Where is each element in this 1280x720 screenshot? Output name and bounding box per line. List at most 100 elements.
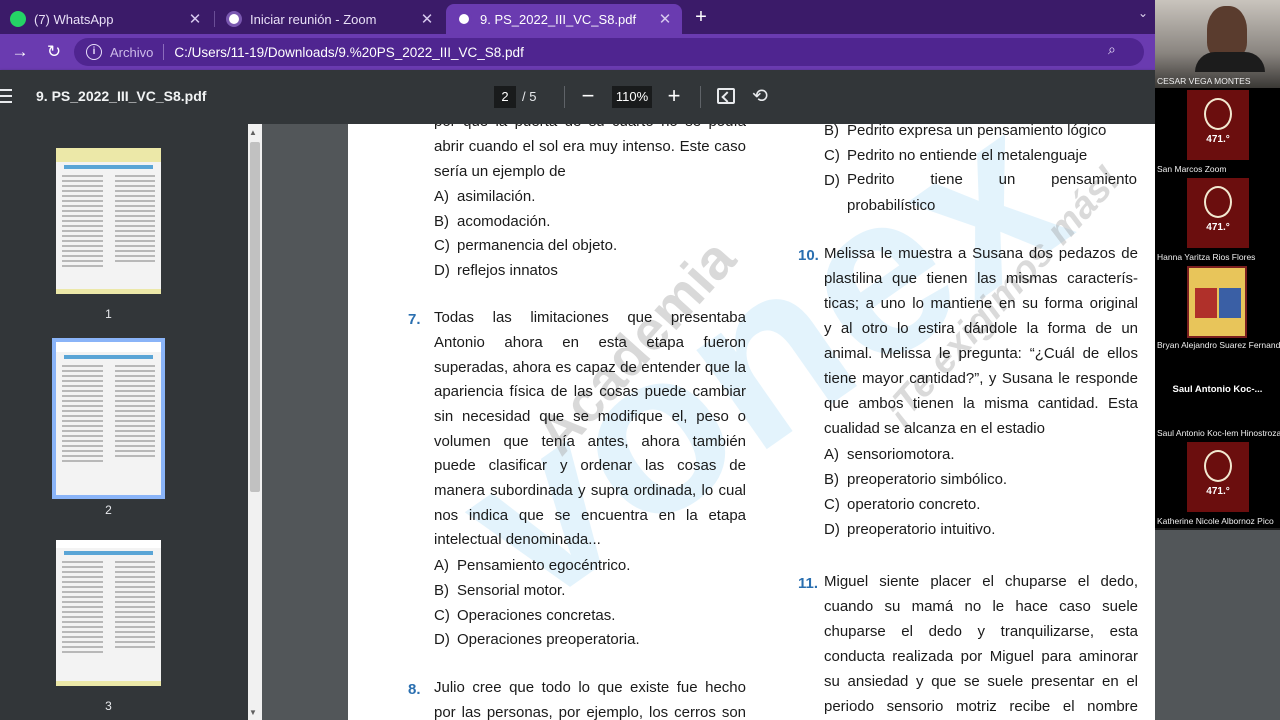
tab-search-icon[interactable]: ⌄ xyxy=(1138,6,1148,20)
participant-name: Bryan Alejandro Suarez Fernandez xyxy=(1157,340,1280,350)
question-number: 8. xyxy=(408,681,421,698)
address-bar[interactable]: i Archivo C:/Users/11-19/Downloads/9.%20… xyxy=(74,38,1144,66)
zoom-out-button[interactable]: − xyxy=(578,83,598,109)
info-icon[interactable]: i xyxy=(86,44,102,60)
zoom-level-input[interactable]: 110% xyxy=(612,86,652,108)
option-letter: D) xyxy=(824,521,840,538)
question-line: periodo sensorio motriz recibe el nombre xyxy=(824,698,1138,715)
question-line: Miguel siente placer el chuparse el dedo… xyxy=(824,573,1138,590)
option-letter: A) xyxy=(824,446,839,463)
sidebar-scrollbar-thumb[interactable] xyxy=(250,142,260,492)
question-line: manera subordinada y supra ordinada, lo … xyxy=(434,482,746,499)
option-letter: B) xyxy=(824,471,839,488)
question-line: por las personas, por ejemplo, los cerro… xyxy=(434,704,746,720)
tab-title: (7) WhatsApp xyxy=(34,11,114,27)
tab-title: Iniciar reunión - Zoom xyxy=(250,11,377,27)
scroll-up-icon[interactable]: ▲ xyxy=(249,128,257,137)
option-text: Pedrito tiene un pensamiento xyxy=(847,171,1137,188)
option-letter: D) xyxy=(434,631,450,648)
participant-tile[interactable]: Bryan Alejandro Suarez Fernandez xyxy=(1155,264,1280,352)
close-icon[interactable]: ✕ xyxy=(186,10,204,28)
option-letter: C) xyxy=(434,607,450,624)
toolbar-divider xyxy=(564,86,565,108)
participant-tile[interactable]: 471.° Katherine Nicole Albornoz Pico xyxy=(1155,440,1280,528)
question-line: por qué la puerta de su cuarto no se pod… xyxy=(434,124,746,135)
option-text: acomodación. xyxy=(457,213,551,230)
question-line: sin necesidad que se modifique el, peso … xyxy=(434,408,746,425)
thumbnail-label: 3 xyxy=(105,699,112,713)
participant-name: Saul Antonio Koc-lem Hinostroza xyxy=(1157,428,1280,438)
tab-separator xyxy=(214,11,215,27)
option-text: preoperatorio simbólico. xyxy=(847,471,1008,488)
forward-icon[interactable]: → xyxy=(8,40,32,64)
thumbnail-page-2[interactable] xyxy=(52,338,165,499)
question-number: 11. xyxy=(798,575,819,592)
magnifier-icon[interactable]: ⌕ xyxy=(1108,41,1116,58)
option-letter: C) xyxy=(824,147,840,164)
university-crest-icon: 471.° xyxy=(1187,178,1249,248)
option-letter: C) xyxy=(824,496,840,513)
tab-pdf[interactable]: 9. PS_2022_III_VC_S8.pdf ✕ xyxy=(446,4,682,34)
scroll-down-icon[interactable]: ▼ xyxy=(249,708,257,717)
option-text: Pedrito no entiende el metalenguaje xyxy=(847,147,1088,164)
close-icon[interactable]: ✕ xyxy=(418,10,436,28)
option-text: Sensorial motor. xyxy=(457,582,566,599)
option-text: preoperatorio intuitivo. xyxy=(847,521,996,538)
fit-page-icon[interactable] xyxy=(717,88,735,104)
question-line: chuparse el dedo y tranquilizarse, esta xyxy=(824,623,1138,640)
option-text: Operaciones preoperatoria. xyxy=(457,631,640,648)
participant-video xyxy=(1207,6,1247,58)
page-total: / 5 xyxy=(522,89,537,104)
omnibox-divider xyxy=(163,44,165,60)
scheme-label: Archivo xyxy=(110,44,154,60)
url-text[interactable]: C:/Users/11-19/Downloads/9.%20PS_2022_II… xyxy=(174,45,523,60)
zoom-in-button[interactable]: + xyxy=(664,83,684,109)
question-line: animal. Melissa le pregunta: “¿Cuál de e… xyxy=(824,345,1138,362)
tab-zoom[interactable]: Iniciar reunión - Zoom ✕ xyxy=(216,4,444,34)
option-letter: D) xyxy=(434,262,450,279)
option-text: sensoriomotora. xyxy=(847,446,955,463)
participant-tile[interactable]: CESAR VEGA MONTES xyxy=(1155,0,1280,88)
coat-of-arms-icon xyxy=(1187,266,1247,338)
question-line: cuando su mamá no le hace caso suele xyxy=(824,598,1138,615)
question-line: superadas, ahora es capaz de entender qu… xyxy=(434,359,746,376)
question-line: Todas las limitaciones que presentaba xyxy=(434,309,746,326)
option-letter: B) xyxy=(434,582,449,599)
participant-display-name: Saul Antonio Koc-... xyxy=(1172,384,1263,395)
question-line: y al otro lo estira dándole la forma de … xyxy=(824,320,1138,337)
zoom-participants-panel: CESAR VEGA MONTES 471.° San Marcos Zoom … xyxy=(1155,0,1280,530)
participant-name: CESAR VEGA MONTES xyxy=(1157,76,1251,86)
pdf-title: 9. PS_2022_III_VC_S8.pdf xyxy=(36,88,207,104)
option-letter: C) xyxy=(434,237,450,254)
thumbnail-page-1[interactable] xyxy=(56,148,161,294)
zoom-icon xyxy=(226,11,242,27)
thumbnail-page-3[interactable] xyxy=(56,540,161,686)
new-tab-button[interactable]: + xyxy=(690,6,712,28)
option-text: reflejos innatos xyxy=(457,262,558,279)
question-line: volumen que tenía antes, ahora también xyxy=(434,433,746,450)
reload-icon[interactable]: ↻ xyxy=(42,40,66,64)
question-line: abrir cuando el sol era muy intenso. Est… xyxy=(434,138,746,155)
option-text-continued: probabilístico xyxy=(847,197,936,214)
question-line: tiene mayor cantidad?”, y Susana le resp… xyxy=(824,370,1138,387)
menu-icon[interactable] xyxy=(0,89,12,103)
close-icon[interactable]: ✕ xyxy=(656,10,674,28)
document-viewport[interactable]: vonex Academia ¡Te exigimos más! por qué… xyxy=(262,124,1155,720)
globe-icon xyxy=(456,11,472,27)
tab-title: 9. PS_2022_III_VC_S8.pdf xyxy=(480,11,637,27)
participant-tile[interactable]: 471.° San Marcos Zoom xyxy=(1155,88,1280,176)
participant-name: Katherine Nicole Albornoz Pico xyxy=(1157,516,1274,526)
question-number: 7. xyxy=(408,311,421,328)
option-letter: B) xyxy=(434,213,449,230)
tab-whatsapp[interactable]: (7) WhatsApp ✕ xyxy=(0,4,212,34)
participant-tile[interactable]: 471.° Hanna Yaritza Rios Flores xyxy=(1155,176,1280,264)
crest-badge: 471.° xyxy=(1206,222,1230,233)
thumbnail-label: 2 xyxy=(105,503,112,517)
rotate-icon[interactable]: ⟲ xyxy=(752,85,768,108)
browser-toolbar: → ↻ i Archivo C:/Users/11-19/Downloads/9… xyxy=(0,34,1280,70)
page-number-input[interactable]: 2 xyxy=(494,86,516,108)
participant-tile[interactable]: Saul Antonio Koc-... Saul Antonio Koc-le… xyxy=(1155,352,1280,440)
question-line: nos indica que se encuentra en la etapa xyxy=(434,507,746,524)
thumbnail-label: 1 xyxy=(105,307,112,321)
option-text: asimilación. xyxy=(457,188,536,205)
